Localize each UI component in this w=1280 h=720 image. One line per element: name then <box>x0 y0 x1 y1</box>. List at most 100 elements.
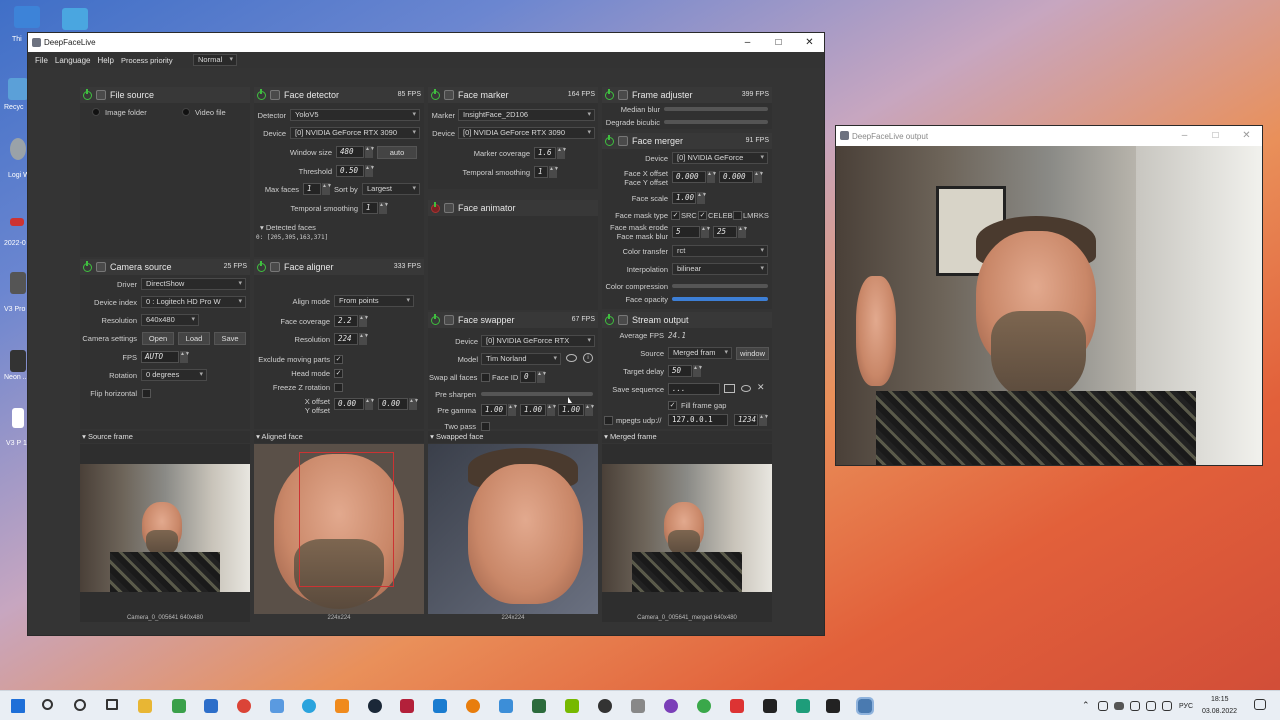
temporal-smoothing-field[interactable]: 1 <box>534 166 548 178</box>
settings-icon[interactable] <box>618 136 628 146</box>
video-file-icon[interactable] <box>10 218 24 226</box>
power-icon[interactable] <box>605 88 614 100</box>
app-icon[interactable] <box>631 699 645 713</box>
face-id-spinner[interactable]: ▲▼ <box>537 371 547 383</box>
clock-date[interactable]: 03.08.2022 <box>1202 708 1237 715</box>
info-icon[interactable]: i <box>583 353 593 363</box>
settings-icon[interactable] <box>444 315 454 325</box>
swap-all-checkbox[interactable] <box>481 373 490 382</box>
eye-icon[interactable] <box>566 354 577 362</box>
maximize-button[interactable]: □ <box>1200 126 1231 145</box>
app-icon[interactable] <box>730 699 744 713</box>
cortana-icon[interactable] <box>74 699 86 711</box>
vscode-icon[interactable] <box>433 699 447 713</box>
app-icon[interactable] <box>499 699 513 713</box>
save-sequence-field[interactable]: ... <box>668 383 720 395</box>
device-select[interactable]: [0] NVIDIA GeForce RTX <box>481 335 595 347</box>
rotation-select[interactable]: 0 degrees <box>141 369 207 381</box>
minimize-button[interactable]: – <box>732 33 763 52</box>
save-button[interactable]: Save <box>214 332 246 345</box>
app-icon[interactable] <box>664 699 678 713</box>
settings-icon[interactable] <box>96 90 106 100</box>
face-opacity-slider[interactable] <box>672 297 768 301</box>
degrade-bicubic-slider[interactable] <box>664 120 768 124</box>
face-coverage-field[interactable]: 2.2 <box>334 315 358 327</box>
flip-checkbox[interactable] <box>142 389 151 398</box>
sort-by-select[interactable]: Largest <box>362 183 420 195</box>
notepad-icon[interactable] <box>270 699 284 713</box>
clear-icon[interactable]: ✕ <box>757 382 765 393</box>
load-button[interactable]: Load <box>178 332 210 345</box>
telegram-icon[interactable] <box>302 699 316 713</box>
exclude-moving-checkbox[interactable]: ✓ <box>334 355 343 364</box>
power-icon[interactable] <box>83 88 92 100</box>
threshold-field[interactable]: 0.50 <box>336 165 364 177</box>
device-index-select[interactable]: 0 : Logitech HD Pro W <box>141 296 246 308</box>
source-frame-header[interactable]: ▾ Source frame <box>80 431 250 443</box>
clock-time[interactable]: 18:15 <box>1211 696 1229 703</box>
settings-icon[interactable] <box>618 90 628 100</box>
maximize-button[interactable]: □ <box>763 33 794 52</box>
mpegts-checkbox[interactable] <box>604 416 613 425</box>
marker-coverage-spinner[interactable]: ▲▼ <box>557 147 567 159</box>
src-checkbox[interactable]: ✓ <box>671 211 680 220</box>
settings-icon[interactable] <box>618 315 628 325</box>
detected-faces-toggle[interactable]: ▾ Detected faces <box>260 223 316 232</box>
network-icon[interactable] <box>1130 701 1140 711</box>
cloud-icon[interactable] <box>1114 702 1124 710</box>
file-explorer-icon[interactable] <box>138 699 152 713</box>
median-blur-slider[interactable] <box>664 107 768 111</box>
language-indicator[interactable]: РУС <box>1179 703 1193 710</box>
window-size-field[interactable]: 480 <box>336 146 364 158</box>
gamma-b-spinner[interactable]: ▲▼ <box>585 404 595 416</box>
image-folder-radio[interactable] <box>92 108 100 116</box>
interpolation-select[interactable]: bilinear <box>672 263 768 275</box>
search-icon[interactable] <box>42 699 53 710</box>
mask-erode-spinner[interactable]: ▲▼ <box>701 226 711 238</box>
chrome-icon[interactable] <box>237 699 251 713</box>
source-select[interactable]: Merged fram <box>668 347 732 359</box>
x-offset-field[interactable]: 0.00 <box>334 398 364 410</box>
neon-app-icon[interactable] <box>10 350 26 372</box>
power-icon[interactable] <box>431 88 440 100</box>
face-coverage-spinner[interactable]: ▲▼ <box>359 315 369 327</box>
gamma-g-field[interactable]: 1.00 <box>520 404 546 416</box>
deepfacelive-taskbar-icon[interactable] <box>856 697 874 715</box>
blender-icon[interactable] <box>466 699 480 713</box>
start-icon[interactable] <box>11 699 25 713</box>
align-mode-select[interactable]: From points <box>334 295 414 307</box>
power-icon[interactable] <box>605 313 614 325</box>
gamma-b-field[interactable]: 1.00 <box>558 404 584 416</box>
device-select[interactable]: [0] NVIDIA GeForce RTX 3090 <box>458 127 595 139</box>
color-compression-slider[interactable] <box>672 284 768 288</box>
webcam-app-icon[interactable] <box>10 138 26 160</box>
menu-language[interactable]: Language <box>55 56 91 65</box>
app-icon[interactable] <box>697 699 711 713</box>
power-icon[interactable] <box>257 88 266 100</box>
document-icon[interactable] <box>12 408 24 428</box>
face-scale-field[interactable]: 1.00 <box>672 192 696 204</box>
max-faces-field[interactable]: 1 <box>303 183 321 195</box>
recycle-bin-icon[interactable] <box>8 78 28 100</box>
merged-frame-header[interactable]: ▾ Merged frame <box>602 431 772 443</box>
v3-pro-icon[interactable] <box>10 272 26 294</box>
face-x-offset-field[interactable]: 0.000 <box>672 171 706 183</box>
color-transfer-select[interactable]: rct <box>672 245 768 257</box>
aligned-face-header[interactable]: ▾ Aligned face <box>254 431 424 443</box>
face-y-offset-field[interactable]: 0.000 <box>719 171 753 183</box>
minimize-button[interactable]: – <box>1169 126 1200 145</box>
app-icon[interactable] <box>400 699 414 713</box>
settings-icon[interactable] <box>444 90 454 100</box>
detector-select[interactable]: YoloV5 <box>290 109 420 121</box>
power-off-icon[interactable] <box>431 201 440 213</box>
mpegts-port-field[interactable]: 1234 <box>734 414 758 426</box>
celeb-checkbox[interactable]: ✓ <box>698 211 707 220</box>
eye-icon[interactable] <box>741 385 751 392</box>
fill-frame-gap-checkbox[interactable]: ✓ <box>668 401 677 410</box>
app-icon[interactable] <box>532 699 546 713</box>
menu-help[interactable]: Help <box>97 56 113 65</box>
obs-icon[interactable] <box>598 699 612 713</box>
control-panel-icon[interactable] <box>62 8 88 30</box>
face-scale-spinner[interactable]: ▲▼ <box>697 192 707 204</box>
y-offset-field[interactable]: 0.00 <box>378 398 408 410</box>
